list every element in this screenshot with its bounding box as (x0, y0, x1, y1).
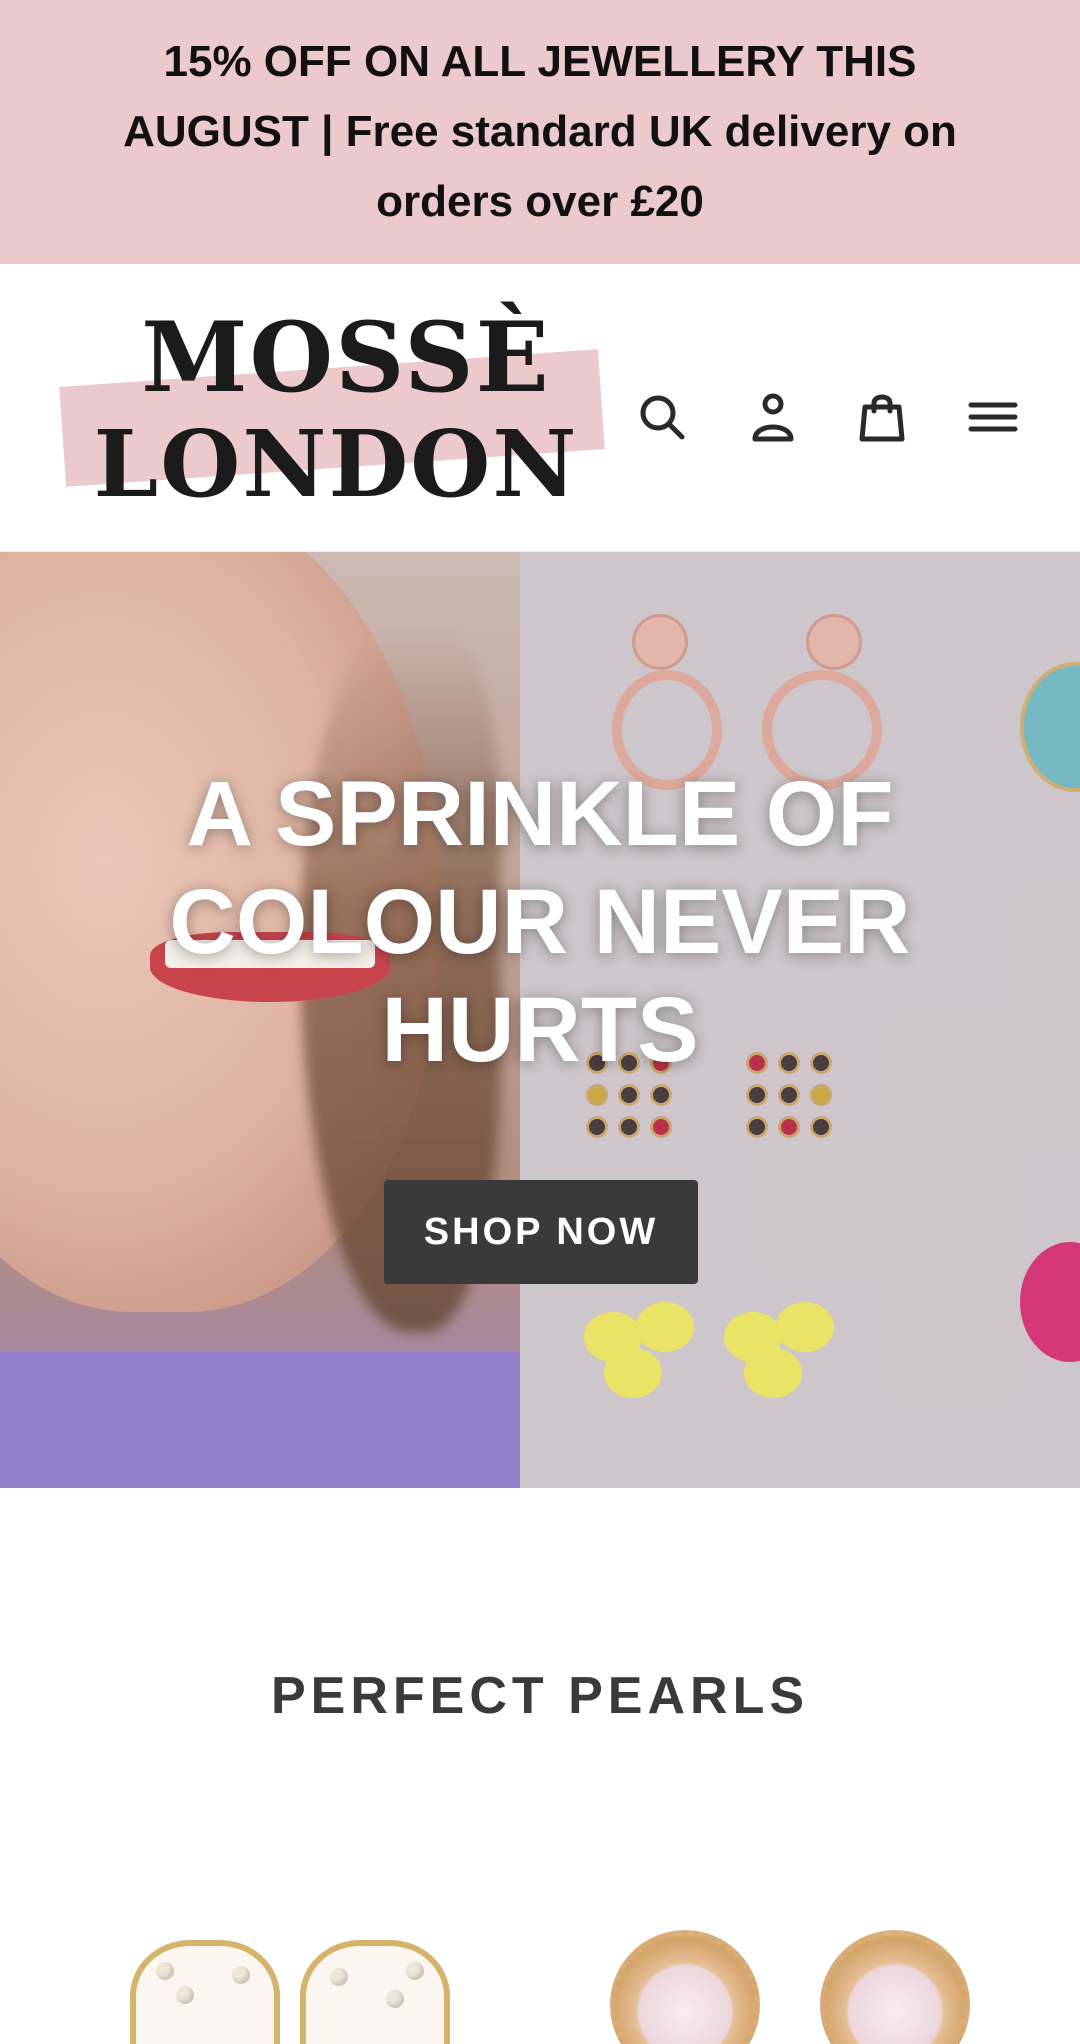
hero-title: A SPRINKLE OF COLOUR NEVER HURTS (169, 763, 911, 1081)
featured-collection-title: PERFECT PEARLS (270, 1667, 810, 1725)
account-icon (752, 393, 794, 442)
search-button[interactable] (627, 382, 697, 452)
announcement-bar: 15% OFF ON ALL JEWELLERY THIS AUGUST | F… (0, 0, 1080, 264)
announcement-text: 15% OFF ON ALL JEWELLERY THIS AUGUST | F… (123, 37, 957, 226)
search-icon (640, 395, 685, 440)
site-header: MOSSÈ LONDON (0, 264, 1080, 552)
menu-button[interactable] (958, 382, 1028, 452)
header-icons (0, 382, 1080, 452)
product-grid (0, 1880, 1080, 2044)
hero-banner: A SPRINKLE OF COLOUR NEVER HURTS SHOP NO… (0, 552, 1080, 1488)
cart-icon (859, 394, 905, 442)
product-image (130, 1940, 280, 2044)
cart-button[interactable] (847, 382, 917, 452)
product-image (610, 1930, 760, 2044)
product-card-pearl-stud-earrings[interactable] (570, 1880, 1010, 2044)
account-button[interactable] (738, 382, 808, 452)
product-card-pearl-heart-earrings[interactable] (70, 1880, 510, 2044)
menu-icon (968, 402, 1018, 432)
shop-now-button[interactable]: SHOP NOW (384, 1180, 698, 1284)
